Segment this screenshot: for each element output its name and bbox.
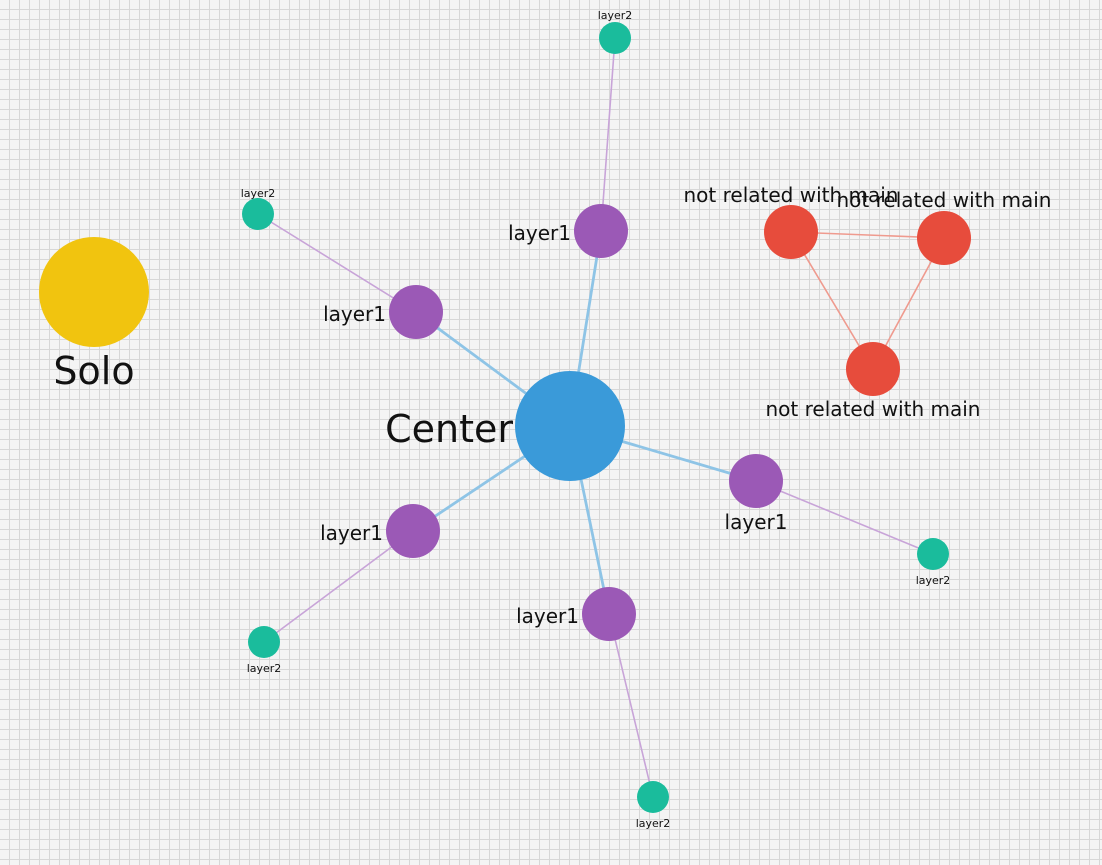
node-u1[interactable]: [764, 205, 818, 259]
edge-l1_bottom-l2_bottom: [608, 613, 654, 798]
node-u2[interactable]: [917, 211, 971, 265]
node-label-l1_top: layer1: [508, 221, 571, 245]
edge-l1_upleft-l2_upleft: [257, 213, 417, 313]
node-l2_bottom[interactable]: [637, 781, 669, 813]
graph-canvas[interactable]: Solo Center layer1 layer1 layer1 layer1 layer1…: [0, 0, 1102, 865]
node-l1_right[interactable]: [729, 454, 783, 508]
node-l1_upleft[interactable]: [389, 285, 443, 339]
node-label-u3: not related with main: [766, 397, 981, 421]
node-u3[interactable]: [846, 342, 900, 396]
node-l2_upleft[interactable]: [242, 198, 274, 230]
node-l1_top[interactable]: [574, 204, 628, 258]
node-label-l2_top: layer2: [598, 9, 633, 22]
node-l1_bottom[interactable]: [582, 587, 636, 641]
node-label-l1_right: layer1: [725, 510, 788, 534]
node-label-l2_lowleft: layer2: [247, 662, 282, 675]
node-l2_top[interactable]: [599, 22, 631, 54]
node-label-l1_upleft: layer1: [323, 302, 386, 326]
node-label-l1_lowleft: layer1: [320, 521, 383, 545]
node-solo[interactable]: [39, 237, 149, 347]
node-l2_right[interactable]: [917, 538, 949, 570]
edge-l1_top-l2_top: [600, 37, 616, 232]
node-label-l2_bottom: layer2: [636, 817, 671, 830]
node-center[interactable]: [515, 371, 625, 481]
network-graph[interactable]: Solo Center layer1 layer1 layer1 layer1 layer1…: [0, 0, 1102, 865]
node-label-l2_upleft: layer2: [241, 187, 276, 200]
edge-l1_lowleft-l2_lowleft: [263, 530, 414, 643]
node-label-center: Center: [385, 407, 513, 451]
node-l2_lowleft[interactable]: [248, 626, 280, 658]
node-label-solo: Solo: [53, 349, 134, 393]
node-label-l2_right: layer2: [916, 574, 951, 587]
node-label-u2: not related with main: [837, 188, 1052, 212]
node-label-l1_bottom: layer1: [516, 604, 579, 628]
node-l1_lowleft[interactable]: [386, 504, 440, 558]
